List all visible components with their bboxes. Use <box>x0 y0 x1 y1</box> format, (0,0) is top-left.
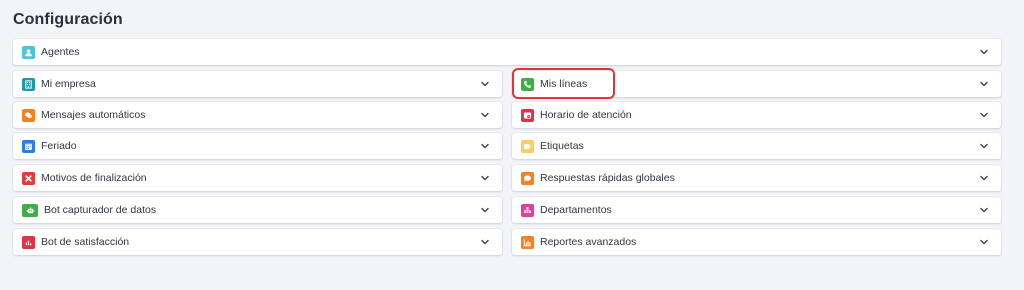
chevron-down-icon[interactable] <box>480 141 490 151</box>
chevron-down-icon[interactable] <box>979 205 989 215</box>
accordion-mensajes-automaticos[interactable]: Mensajes automáticos <box>13 102 502 128</box>
accordion-label: Respuestas rápidas globales <box>540 172 675 184</box>
accordion-bot-capturador[interactable]: Bot capturador de datos <box>13 197 502 223</box>
accordion-label: Mis líneas <box>540 78 588 90</box>
chevron-down-icon[interactable] <box>979 47 989 57</box>
accordion-label: Bot capturador de datos <box>44 204 157 216</box>
accordion-label: Reportes avanzados <box>540 236 637 248</box>
accordion-label: Mensajes automáticos <box>41 109 146 121</box>
user-icon <box>22 45 35 59</box>
accordion-label: Mi empresa <box>41 78 96 90</box>
accordion-departamentos[interactable]: Departamentos <box>512 197 1001 223</box>
chevron-down-icon[interactable] <box>480 237 490 247</box>
chevron-down-icon[interactable] <box>480 110 490 120</box>
accordion-horario-atencion[interactable]: Horario de atención <box>512 102 1001 128</box>
chevron-down-icon[interactable] <box>979 141 989 151</box>
tag-icon <box>521 139 534 153</box>
accordion-mi-empresa[interactable]: Mi empresa <box>13 71 502 97</box>
configuration-page: Configuración Agentes Mi empresa Mis lín… <box>0 0 1024 290</box>
speech-bubble-icon <box>521 171 534 185</box>
accordion-label: Etiquetas <box>540 140 584 152</box>
accordion-label: Bot de satisfacción <box>41 236 130 248</box>
calendar-icon <box>22 139 35 153</box>
accordion-reportes-avanzados[interactable]: Reportes avanzados <box>512 229 1001 255</box>
accordion-feriado[interactable]: Feriado <box>13 133 502 159</box>
clock-icon <box>521 108 534 122</box>
close-icon <box>22 171 35 185</box>
accordion-bot-satisfaccion[interactable]: Bot de satisfacción <box>13 229 502 255</box>
phone-icon <box>521 77 534 91</box>
accordion-agentes[interactable]: Agentes <box>13 39 1001 65</box>
accordion-respuestas-rapidas[interactable]: Respuestas rápidas globales <box>512 165 1001 191</box>
accordion-etiquetas[interactable]: Etiquetas <box>512 133 1001 159</box>
chevron-down-icon[interactable] <box>979 173 989 183</box>
accordion-label: Motivos de finalización <box>41 172 147 184</box>
bar-chart-icon <box>22 235 35 249</box>
page-title: Configuración <box>13 11 123 28</box>
report-chart-icon <box>521 235 534 249</box>
chevron-down-icon[interactable] <box>480 173 490 183</box>
accordion-label: Feriado <box>41 140 77 152</box>
accordion-motivos-finalizacion[interactable]: Motivos de finalización <box>13 165 502 191</box>
chevron-down-icon[interactable] <box>979 110 989 120</box>
org-chart-icon <box>521 203 534 217</box>
accordion-mis-lineas[interactable]: Mis líneas <box>512 71 1001 97</box>
chevron-down-icon[interactable] <box>480 79 490 89</box>
accordion-label: Horario de atención <box>540 109 632 121</box>
building-icon <box>22 77 35 91</box>
chevron-down-icon[interactable] <box>979 79 989 89</box>
robot-icon <box>22 203 38 217</box>
chevron-down-icon[interactable] <box>480 205 490 215</box>
chat-bubbles-icon <box>22 108 35 122</box>
accordion-label: Agentes <box>41 46 80 58</box>
accordion-label: Departamentos <box>540 204 612 216</box>
chevron-down-icon[interactable] <box>979 237 989 247</box>
